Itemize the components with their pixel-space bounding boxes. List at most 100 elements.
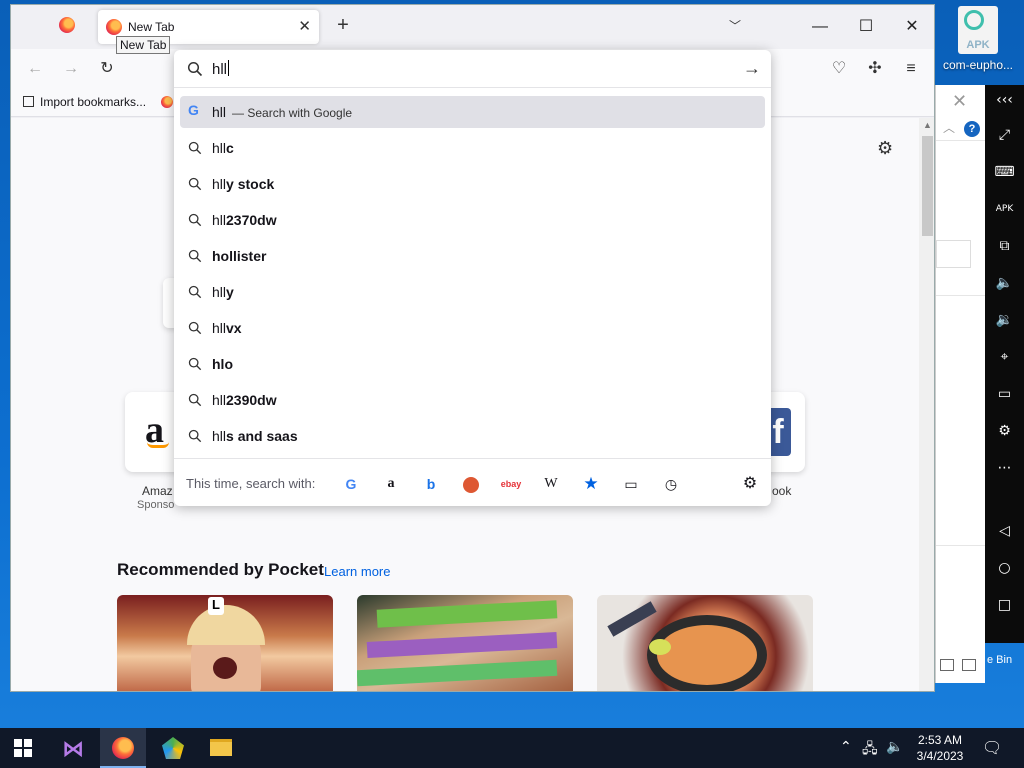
forward-button[interactable]: → (61, 59, 81, 79)
chevron-up-icon[interactable]: ︿ (943, 119, 955, 136)
pocket-heading: Recommended by Pocket (117, 560, 324, 579)
suggestion-row[interactable]: hllc (180, 132, 765, 164)
clock-date: 3/4/2023 (916, 749, 964, 763)
clock[interactable]: 2:53 AM 3/4/2023 (910, 732, 970, 764)
bookmarks-star-icon[interactable]: ★ (580, 473, 602, 495)
notifications-icon[interactable]: 🗨 (982, 738, 1002, 758)
scrollbar-thumb[interactable] (922, 136, 933, 236)
start-button[interactable] (0, 728, 46, 768)
apk-file-icon: APK (958, 6, 998, 54)
recents-icon[interactable]: □ (985, 592, 1024, 618)
ebay-icon[interactable]: ebay (500, 473, 522, 495)
suggestion-text: hll2390dw (212, 392, 277, 408)
new-tab-button[interactable]: + (331, 13, 355, 37)
one-off-search-bar: This time, search with: G a b ebay W ★ ▭… (174, 458, 771, 506)
fullscreen-icon[interactable]: ⤢ (985, 122, 1024, 148)
url-input-field[interactable]: hll (212, 60, 230, 78)
close-window-button[interactable]: ✕ (889, 5, 934, 49)
pinned-tab[interactable] (59, 17, 79, 37)
back-icon[interactable]: ◁ (985, 518, 1024, 544)
suggestion-text: hlls and saas (212, 428, 298, 444)
url-bar[interactable]: hll → (174, 50, 771, 88)
suggestion-row[interactable]: hlly (180, 276, 765, 308)
customize-gear-icon[interactable]: ⚙ (877, 138, 893, 159)
back-button[interactable]: ← (25, 59, 45, 79)
reload-button[interactable]: ↻ (97, 59, 117, 79)
firefox-taskbar-button[interactable] (100, 728, 146, 768)
app-taskbar-button[interactable] (150, 728, 196, 768)
suggestion-row[interactable]: hlo (180, 348, 765, 380)
bing-icon[interactable]: b (420, 473, 442, 495)
volume-up-icon[interactable]: 🔈 (985, 270, 1024, 296)
list-all-tabs-icon[interactable]: ﹀ (729, 17, 741, 34)
visual-studio-button[interactable]: ⋈ (50, 728, 96, 768)
sponsored-label: Sponso (137, 499, 175, 511)
suggestion-row[interactable]: hll2370dw (180, 204, 765, 236)
suggestion-row[interactable]: hllvx (180, 312, 765, 344)
search-icon (188, 213, 202, 230)
emulator-input[interactable] (936, 240, 971, 268)
search-icon (188, 285, 202, 302)
settings-icon[interactable]: ⚙ (985, 418, 1024, 444)
suggestion-text: hlly stock (212, 176, 275, 192)
collapse-icon[interactable]: ‹‹‹ (985, 87, 1024, 113)
page-scrollbar[interactable]: ▲ (919, 118, 934, 691)
tabs-icon[interactable]: ▭ (620, 473, 642, 495)
file-explorer-button[interactable] (198, 728, 244, 768)
chevron-up-icon[interactable]: ⌃ (840, 738, 852, 755)
volume-down-icon[interactable]: 🔉 (985, 307, 1024, 333)
view-list-icon[interactable] (940, 659, 954, 671)
go-arrow-icon[interactable]: → (743, 58, 761, 79)
firefox-icon (106, 19, 122, 35)
menu-icon[interactable]: ≡ (901, 59, 921, 79)
apk-install-icon[interactable]: APK (985, 196, 1024, 222)
import-icon (23, 96, 34, 107)
search-settings-gear-icon[interactable]: ⚙ (739, 473, 761, 495)
learn-more-link[interactable]: Learn more (324, 564, 390, 579)
suggestion-row[interactable]: hll2390dw (180, 384, 765, 416)
volume-icon[interactable]: 🔈 (886, 738, 903, 755)
pocket-card-image[interactable] (597, 595, 813, 691)
home-icon[interactable]: ○ (985, 555, 1024, 581)
firefox-bookmark-icon[interactable] (161, 96, 173, 108)
amazon-icon[interactable]: a (380, 473, 402, 495)
pocket-icon[interactable]: ♡ (829, 59, 849, 79)
extensions-icon[interactable]: ✣ (865, 59, 885, 79)
suggestion-text: hlo (212, 356, 233, 372)
close-tab-icon[interactable]: ✕ (298, 17, 311, 35)
suggestion-row[interactable]: hlls and saas (180, 420, 765, 452)
history-clock-icon[interactable]: ◷ (660, 473, 682, 495)
maximize-button[interactable]: ☐ (843, 5, 889, 49)
search-icon (188, 321, 202, 338)
keyboard-icon[interactable]: ⌨ (985, 159, 1024, 185)
wikipedia-icon[interactable]: W (540, 473, 562, 495)
folder-icon[interactable]: ▭ (985, 381, 1024, 407)
suggestion-text: hllc (212, 140, 234, 156)
location-icon[interactable]: ⌖ (985, 344, 1024, 370)
desktop-icon-label: com-eupho... (942, 58, 1014, 72)
import-bookmarks[interactable]: Import bookmarks... (23, 95, 146, 109)
recycle-bin-label: e Bin (987, 654, 1013, 666)
suggestion-row[interactable]: hollister (180, 240, 765, 272)
duckduckgo-icon[interactable] (463, 477, 479, 494)
suggestion-search-with-google[interactable]: Ghll — Search with Google (180, 96, 765, 128)
more-icon[interactable]: ⋯ (985, 455, 1024, 481)
emulator-close-icon[interactable]: ✕ (952, 91, 967, 112)
network-icon[interactable]: 🖧 (862, 738, 878, 762)
pocket-card-image[interactable]: L (117, 595, 333, 691)
urlbar-dropdown: hll → Ghll — Search with Google hllc hlly s… (174, 50, 771, 506)
google-icon[interactable]: G (340, 473, 362, 495)
multi-instance-icon[interactable]: ⧉ (985, 233, 1024, 259)
shortcut-label: Amaz (142, 484, 173, 498)
help-icon[interactable]: ? (964, 121, 980, 137)
suggestion-text: hll2370dw (212, 212, 277, 228)
minimize-button[interactable]: — (797, 5, 843, 49)
desktop-icon-apk[interactable]: APK com-eupho... (938, 6, 1018, 72)
suggestion-row[interactable]: hlly stock (180, 168, 765, 200)
view-grid-icon[interactable] (962, 659, 976, 671)
pocket-card-image[interactable] (357, 595, 573, 691)
search-icon (188, 429, 202, 446)
folder-icon (210, 739, 232, 756)
suggestion-text: hllvx (212, 320, 242, 336)
taskbar: ⋈ ⌃ 🖧 🔈 2:53 AM 3/4/2023 🗨 (0, 728, 1024, 768)
